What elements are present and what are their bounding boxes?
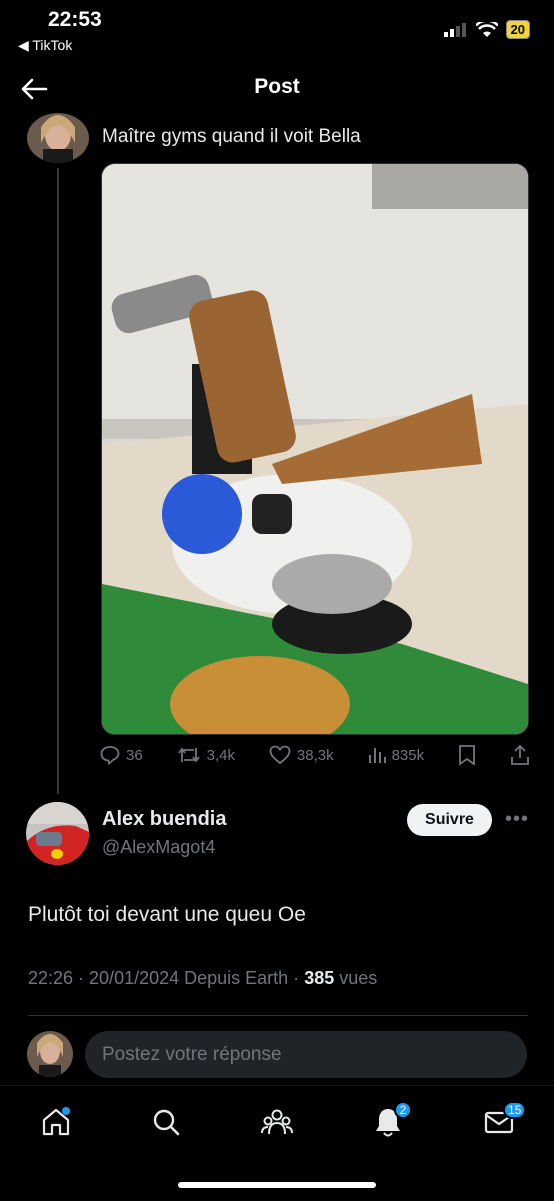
like-count: 38,3k — [296, 746, 334, 764]
reply-icon — [100, 746, 120, 765]
heart-icon — [269, 745, 291, 765]
retweet-count: 3,4k — [206, 746, 235, 764]
views-count: 835k — [391, 746, 425, 764]
tweet-image[interactable] — [101, 163, 529, 735]
home-indicator — [178, 1182, 376, 1188]
reply-views-count: 385 — [304, 968, 335, 988]
like-action[interactable]: 38,3k — [269, 745, 334, 765]
views-action[interactable]: 835k — [368, 745, 425, 765]
reply-timestamp-source: 22:26 · 20/01/2024 Depuis Earth · — [28, 968, 305, 988]
home-icon[interactable] — [40, 1106, 72, 1138]
reply-count: 36 — [126, 746, 143, 764]
reply-author-avatar[interactable] — [26, 802, 89, 865]
wifi-icon — [475, 21, 498, 37]
reply-author-handle[interactable]: @AlexMagot4 — [102, 837, 215, 858]
reply-views-label: vues — [334, 968, 378, 988]
status-icons: 20 — [443, 20, 530, 39]
views-chart-icon — [368, 748, 386, 763]
follow-button[interactable]: Suivre — [407, 804, 492, 836]
divider — [28, 1015, 528, 1016]
reply-text: Plutôt toi devant une queu Oe — [28, 903, 306, 926]
retweet-action[interactable]: 3,4k — [177, 745, 235, 765]
reply-action[interactable]: 36 — [100, 745, 143, 765]
battery-indicator: 20 — [505, 20, 530, 39]
communities-icon[interactable] — [261, 1106, 293, 1138]
thread-line — [57, 168, 59, 794]
reply-author-name[interactable]: Alex buendia — [102, 808, 226, 831]
reply-meta: 22:26 · 20/01/2024 Depuis Earth · 385 vu… — [28, 968, 377, 989]
more-options-icon[interactable]: ••• — [505, 808, 529, 831]
signal-icon — [443, 22, 466, 37]
tweet-actions: 36 3,4k 38,3k 835k — [100, 744, 530, 766]
back-to-app-link[interactable]: ◀ TikTok — [18, 37, 72, 54]
composer-avatar — [27, 1031, 73, 1077]
reply-input[interactable]: Postez votre réponse — [85, 1031, 527, 1078]
search-icon[interactable] — [150, 1106, 182, 1138]
retweet-icon — [177, 747, 200, 763]
tweet-text: Maître gyms quand il voit Bella — [102, 126, 361, 147]
page-title: Post — [254, 75, 300, 98]
notifications-badge: 2 — [394, 1101, 412, 1119]
share-icon[interactable] — [510, 744, 530, 766]
parent-avatar[interactable] — [27, 113, 89, 163]
bookmark-icon[interactable] — [458, 744, 476, 766]
messages-badge: 15 — [503, 1101, 527, 1119]
status-time: 22:53 — [48, 8, 102, 31]
